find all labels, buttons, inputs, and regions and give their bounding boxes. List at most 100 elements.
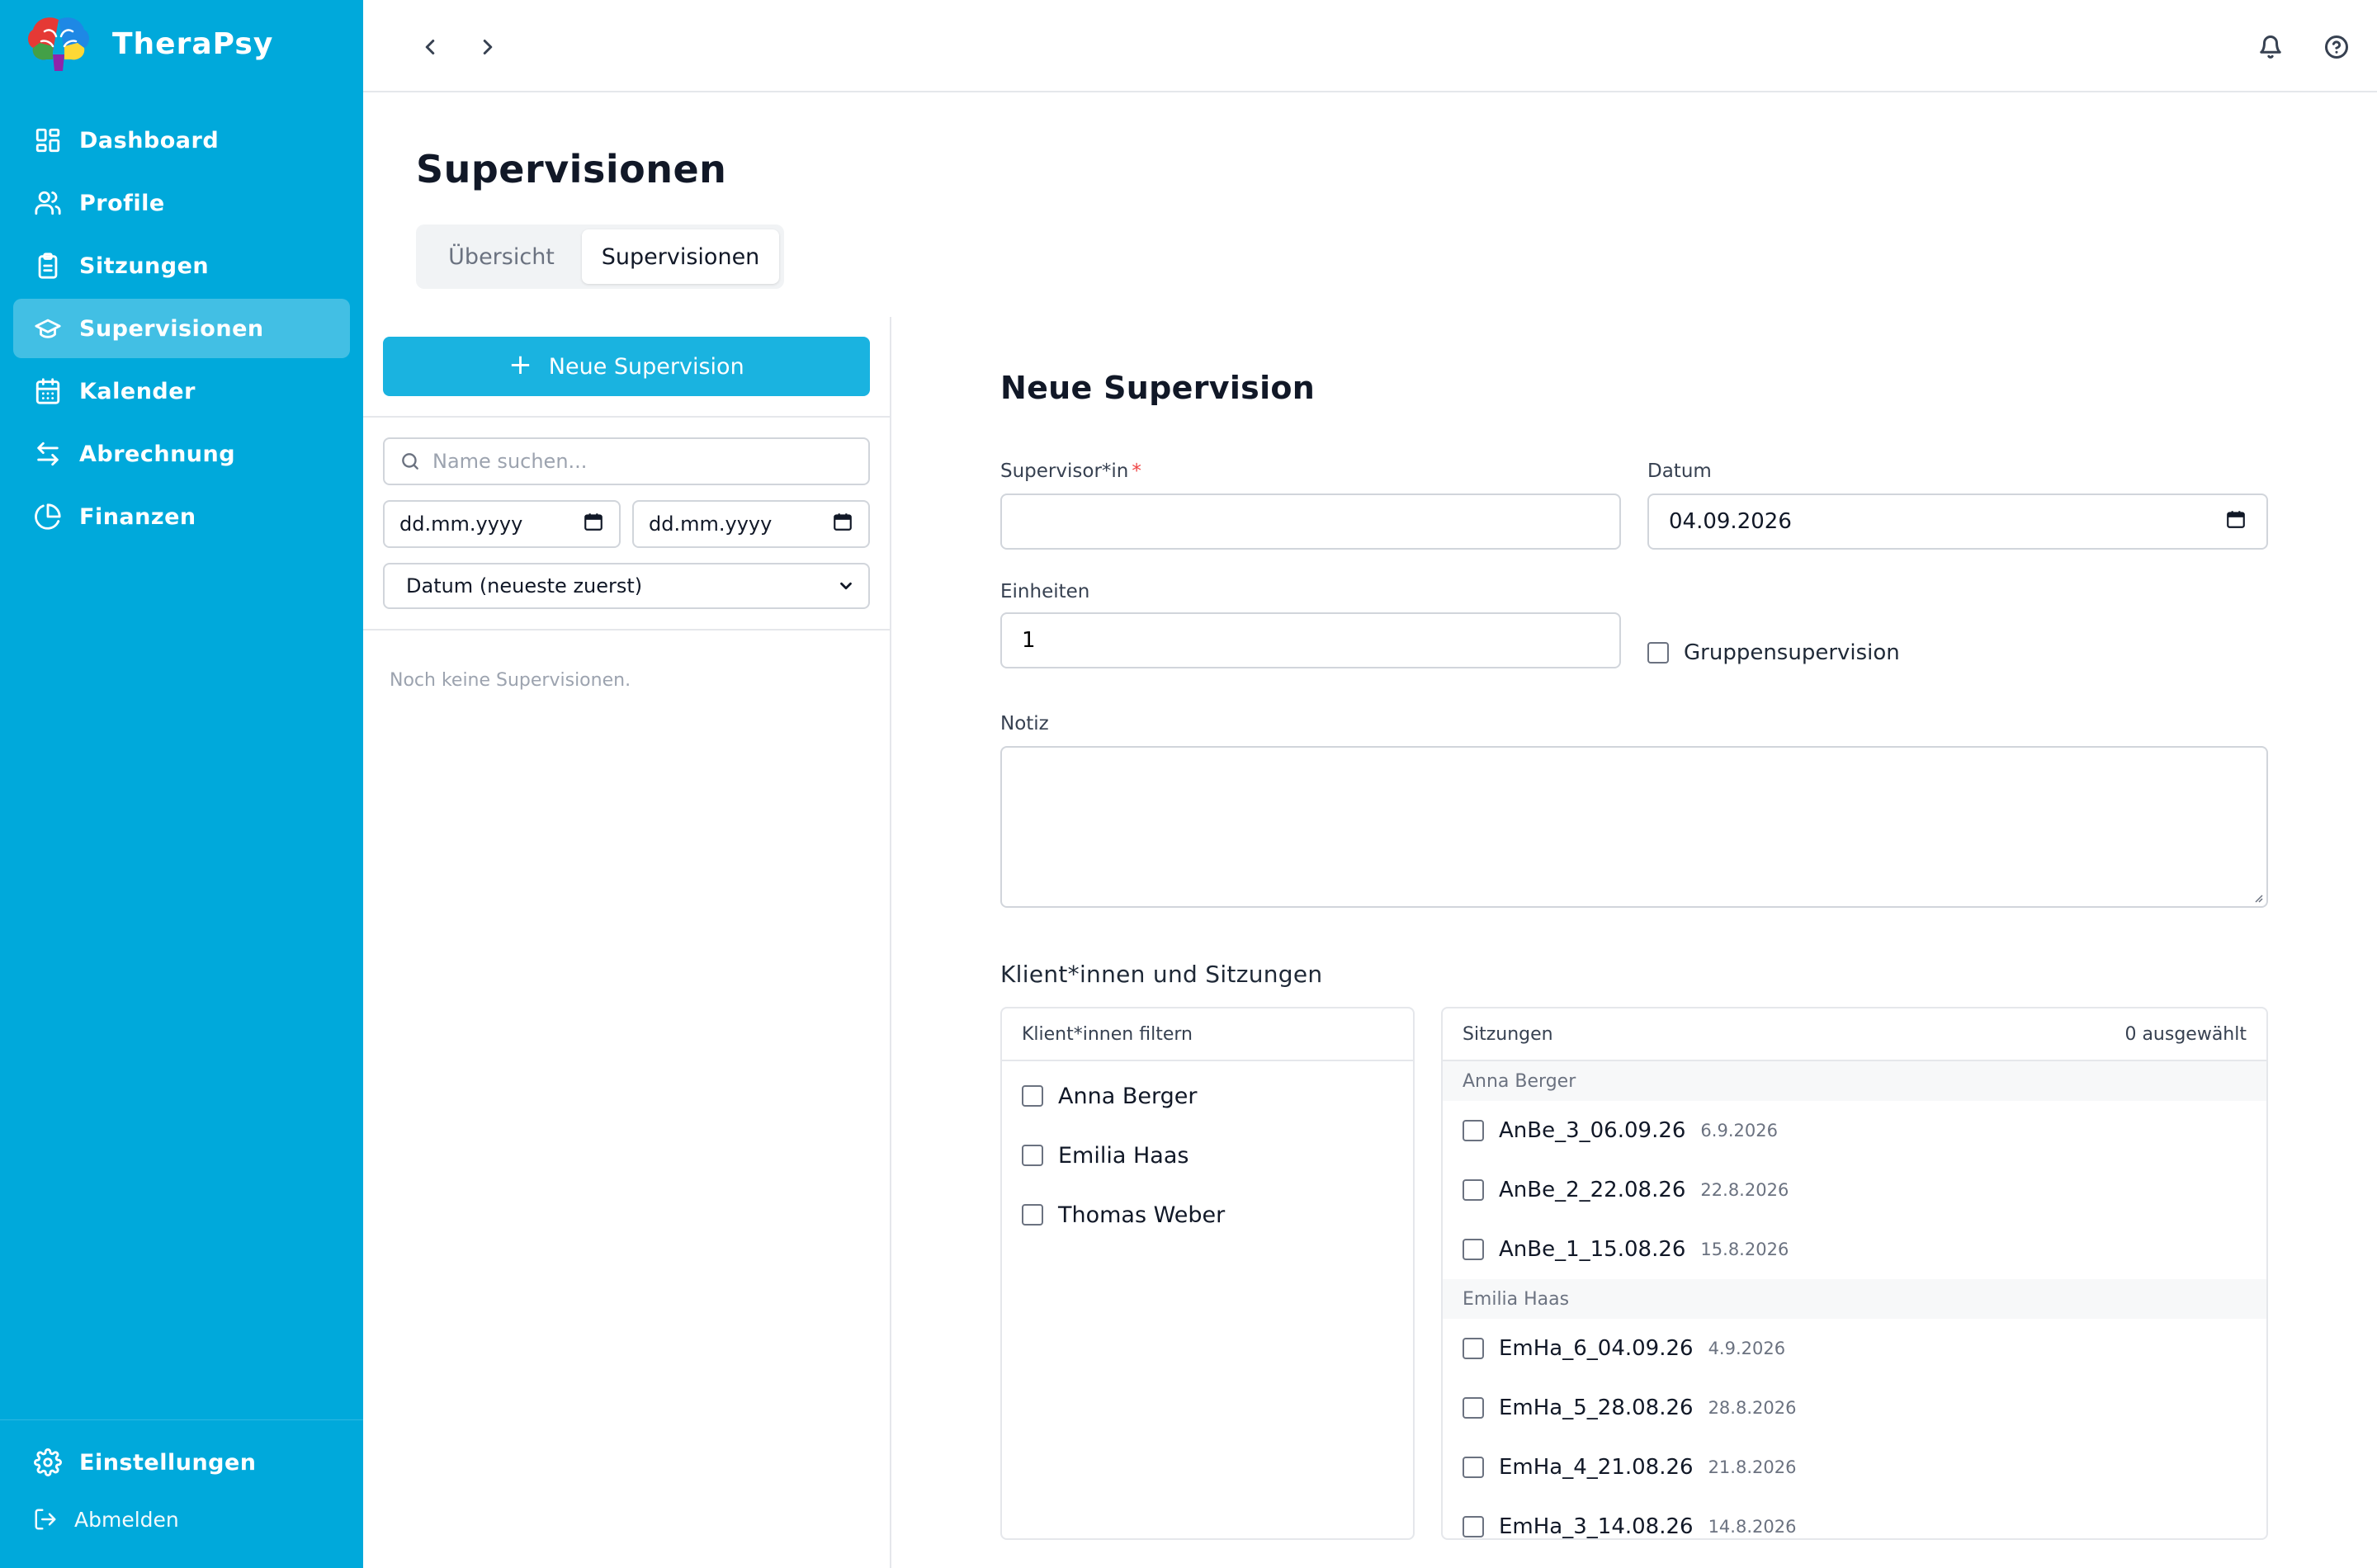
tab-uebersicht[interactable]: Übersicht <box>421 229 582 284</box>
client-filter-item[interactable]: Anna Berger <box>1002 1066 1413 1126</box>
search-icon <box>402 453 418 470</box>
client-filter-item[interactable]: Emilia Haas <box>1002 1126 1413 1185</box>
notifications-button[interactable] <box>2250 26 2291 68</box>
date-label: Datum <box>1647 460 1712 482</box>
sidebar-item-sitzungen[interactable]: Sitzungen <box>13 236 350 295</box>
sessions-list[interactable]: Anna Berger AnBe_3_06.09.26 6.9.2026 AnB… <box>1443 1061 2266 1539</box>
group-supervision-checkbox[interactable]: Gruppensupervision <box>1647 640 1900 665</box>
checkbox[interactable] <box>1463 1120 1484 1141</box>
selected-count: 0 ausgewählt <box>2124 1023 2247 1045</box>
search-input[interactable] <box>432 450 845 473</box>
brand[interactable]: TheraPsy <box>25 15 273 73</box>
sidebar-item-label: Abrechnung <box>79 441 236 467</box>
chevron-right-icon <box>483 40 493 54</box>
search-field[interactable] <box>383 437 870 485</box>
clipboard-icon <box>33 251 63 281</box>
date-field[interactable]: 04.09.2026 <box>1647 494 2268 550</box>
session-date: 22.8.2026 <box>1700 1180 1789 1200</box>
client-filter-header: Klient*innen filtern <box>1002 1008 1413 1061</box>
date-to-value: dd.mm.yyyy <box>649 512 773 536</box>
client-name: Anna Berger <box>1058 1083 1198 1109</box>
session-name: EmHa_4_21.08.26 <box>1499 1455 1694 1480</box>
logout-button[interactable]: Abmelden <box>33 1507 179 1532</box>
new-supervision-button[interactable]: + Neue Supervision <box>383 337 870 396</box>
back-button[interactable] <box>409 26 451 68</box>
session-name: EmHa_5_28.08.26 <box>1499 1396 1694 1420</box>
session-item[interactable]: EmHa_4_21.08.26 21.8.2026 <box>1443 1438 2266 1497</box>
client-filter-title: Klient*innen filtern <box>1022 1023 1193 1045</box>
sidebar-item-einstellungen[interactable]: Einstellungen <box>13 1433 350 1492</box>
sidebar-item-supervisionen[interactable]: Supervisionen <box>13 299 350 358</box>
sort-select[interactable]: Datum (neueste zuerst) <box>383 563 870 609</box>
session-group-header: Anna Berger <box>1443 1061 2266 1101</box>
clients-section-title: Klient*innen und Sitzungen <box>1000 961 1323 988</box>
checkbox[interactable] <box>1463 1338 1484 1359</box>
note-field[interactable] <box>1000 746 2268 908</box>
form-title: Neue Supervision <box>1000 370 1316 406</box>
session-date: 21.8.2026 <box>1708 1457 1797 1477</box>
brand-name: TheraPsy <box>112 26 274 61</box>
tab-supervisionen[interactable]: Supervisionen <box>582 229 779 284</box>
sidebar-item-label: Supervisionen <box>79 315 264 342</box>
checkbox[interactable] <box>1022 1204 1043 1226</box>
session-name: EmHa_3_14.08.26 <box>1499 1514 1694 1539</box>
plus-icon: + <box>508 348 532 381</box>
sidebar-item-abrechnung[interactable]: Abrechnung <box>13 424 350 484</box>
checkbox[interactable] <box>1463 1239 1484 1260</box>
resize-grip-icon[interactable] <box>2252 891 2263 903</box>
sidebar-item-finanzen[interactable]: Finanzen <box>13 487 350 546</box>
checkbox[interactable] <box>1022 1145 1043 1166</box>
note-label: Notiz <box>1000 713 1049 734</box>
checkbox[interactable] <box>1463 1516 1484 1537</box>
sessions-title: Sitzungen <box>1463 1023 1553 1045</box>
session-date: 15.8.2026 <box>1700 1240 1789 1259</box>
calendar-icon[interactable] <box>832 511 853 537</box>
units-field[interactable] <box>1000 612 1621 668</box>
checkbox[interactable] <box>1463 1397 1484 1419</box>
session-name: AnBe_3_06.09.26 <box>1499 1118 1686 1143</box>
client-filter-item[interactable]: Thomas Weber <box>1002 1185 1413 1244</box>
dashboard-icon <box>33 125 63 155</box>
session-date: 6.9.2026 <box>1700 1121 1778 1141</box>
date-from-input[interactable]: dd.mm.yyyy <box>383 500 621 548</box>
note-textarea[interactable] <box>1002 748 2266 906</box>
sidebar-item-label: Einstellungen <box>79 1449 257 1476</box>
topbar <box>363 0 2377 92</box>
session-item[interactable]: EmHa_5_28.08.26 28.8.2026 <box>1443 1378 2266 1438</box>
checkbox[interactable] <box>1463 1179 1484 1201</box>
session-item[interactable]: AnBe_2_22.08.26 22.8.2026 <box>1443 1160 2266 1220</box>
checkbox[interactable] <box>1647 642 1669 664</box>
sidebar-item-kalender[interactable]: Kalender <box>13 361 350 421</box>
sidebar-item-dashboard[interactable]: Dashboard <box>13 111 350 170</box>
calendar-icon[interactable] <box>2225 508 2247 536</box>
sidebar-item-profile[interactable]: Profile <box>13 173 350 233</box>
session-name: AnBe_1_15.08.26 <box>1499 1237 1686 1262</box>
session-item[interactable]: EmHa_3_14.08.26 14.8.2026 <box>1443 1497 2266 1539</box>
session-item[interactable]: EmHa_6_04.09.26 4.9.2026 <box>1443 1319 2266 1378</box>
tab-bar: Übersicht Supervisionen <box>416 224 784 289</box>
logout-icon <box>35 1509 56 1530</box>
supervisor-field[interactable] <box>1000 494 1621 550</box>
date-to-input[interactable]: dd.mm.yyyy <box>632 500 870 548</box>
checkbox[interactable] <box>1022 1085 1043 1107</box>
divider <box>363 416 890 418</box>
calendar-icon[interactable] <box>583 511 604 537</box>
forward-button[interactable] <box>467 26 508 68</box>
pie-chart-icon <box>33 502 63 531</box>
help-button[interactable] <box>2316 26 2357 68</box>
chevron-left-icon <box>425 40 435 54</box>
checkbox[interactable] <box>1463 1457 1484 1478</box>
units-input[interactable] <box>1022 628 1600 653</box>
required-marker: * <box>1132 460 1141 482</box>
client-name: Thomas Weber <box>1058 1202 1226 1228</box>
session-item[interactable]: AnBe_3_06.09.26 6.9.2026 <box>1443 1101 2266 1160</box>
brain-logo-icon <box>28 17 89 71</box>
new-supervision-label: Neue Supervision <box>548 353 744 380</box>
session-name: EmHa_6_04.09.26 <box>1499 1336 1694 1361</box>
supervisor-label: Supervisor*in * <box>1000 460 1141 482</box>
session-item[interactable]: AnBe_1_15.08.26 15.8.2026 <box>1443 1220 2266 1279</box>
units-label: Einheiten <box>1000 581 1090 602</box>
page-title: Supervisionen <box>416 147 727 191</box>
supervisor-input[interactable] <box>1022 509 1600 534</box>
users-icon <box>33 188 63 218</box>
